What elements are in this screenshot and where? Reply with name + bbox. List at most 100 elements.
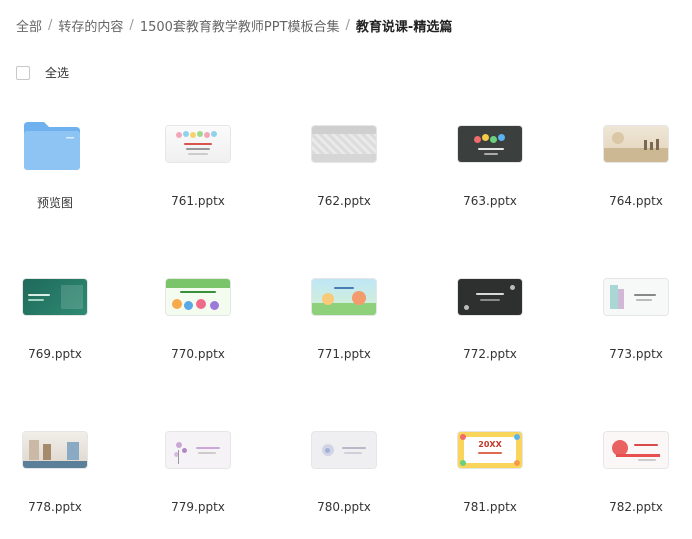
file-item[interactable]: 780.pptx xyxy=(289,414,399,534)
thumbnail-decoration xyxy=(180,291,216,293)
file-name: 预览图 xyxy=(36,196,73,210)
thumbnail-decoration xyxy=(196,299,206,309)
breadcrumb-separator: / xyxy=(129,17,134,33)
thumbnail-decoration xyxy=(29,440,39,460)
file-name: 761.pptx xyxy=(171,194,225,208)
thumbnail-decoration xyxy=(352,291,366,305)
file-item[interactable]: 773.pptx xyxy=(581,261,691,381)
thumbnail-decoration xyxy=(188,153,208,155)
file-thumbnail xyxy=(166,279,230,315)
thumbnail-decoration xyxy=(198,452,216,454)
file-item[interactable]: 769.pptx xyxy=(0,261,110,381)
folder-icon-wrapper xyxy=(22,118,82,172)
file-item[interactable]: 762.pptx xyxy=(289,108,399,228)
thumbnail-decoration xyxy=(480,299,500,301)
file-name: 771.pptx xyxy=(317,347,371,361)
thumbnail-decoration xyxy=(490,136,497,143)
file-item[interactable]: 764.pptx xyxy=(581,108,691,228)
thumbnail-title-text: 20XX xyxy=(478,440,502,449)
file-name: 769.pptx xyxy=(28,347,82,361)
file-name: 780.pptx xyxy=(317,500,371,514)
thumbnail-decoration xyxy=(312,126,376,134)
file-thumbnail xyxy=(166,432,230,468)
breadcrumb-template-collection[interactable]: 1500套教育教学教师PPT模板合集 xyxy=(140,16,340,35)
thumbnail-decoration xyxy=(322,293,334,305)
file-item[interactable]: 771.pptx xyxy=(289,261,399,381)
breadcrumb-saved-content[interactable]: 转存的内容 xyxy=(58,16,123,35)
file-thumbnail xyxy=(604,432,668,468)
select-all[interactable]: 全选 xyxy=(16,64,69,81)
folder-icon xyxy=(24,122,80,170)
file-item[interactable]: 779.pptx xyxy=(143,414,253,534)
thumbnail-decoration xyxy=(210,301,219,310)
thumbnail-decoration xyxy=(43,444,51,460)
file-thumbnail: 20XX xyxy=(458,432,522,468)
thumbnail-decoration xyxy=(183,131,189,137)
thumbnail-decoration xyxy=(204,132,210,138)
file-name: 781.pptx xyxy=(463,500,517,514)
thumbnail-decoration xyxy=(612,132,624,144)
thumbnail-decoration xyxy=(482,134,489,141)
select-all-label: 全选 xyxy=(45,66,70,80)
thumbnail-decoration xyxy=(61,285,83,309)
thumbnail-decoration xyxy=(618,289,624,309)
file-item[interactable]: 20XX 781.pptx xyxy=(435,414,545,534)
thumbnail-decoration xyxy=(196,447,220,449)
file-item[interactable]: 761.pptx xyxy=(143,108,253,228)
thumbnail-decoration xyxy=(638,459,656,461)
thumbnail-decoration xyxy=(172,299,182,309)
file-name: 763.pptx xyxy=(463,194,517,208)
file-thumbnail xyxy=(23,432,87,468)
thumbnail-decoration xyxy=(67,442,79,460)
file-thumbnail xyxy=(23,279,87,315)
file-thumbnail xyxy=(312,432,376,468)
file-item[interactable]: 770.pptx xyxy=(143,261,253,381)
file-thumbnail xyxy=(604,279,668,315)
thumbnail-decoration xyxy=(610,285,618,309)
file-thumbnail xyxy=(458,279,522,315)
breadcrumb-current-folder: 教育说课-精选篇 xyxy=(355,19,453,35)
breadcrumb-separator: / xyxy=(48,17,53,33)
file-thumbnail xyxy=(312,279,376,315)
breadcrumb: 全部 / 转存的内容 / 1500套教育教学教师PPT模板合集 / 教育说课-精… xyxy=(16,14,452,36)
thumbnail-decoration xyxy=(312,303,376,315)
file-name: 773.pptx xyxy=(609,347,663,361)
file-name: 782.pptx xyxy=(609,500,663,514)
file-item[interactable]: 782.pptx xyxy=(581,414,691,534)
thumbnail-decoration xyxy=(211,131,217,137)
thumbnail-decoration xyxy=(484,153,498,155)
thumbnail-decoration xyxy=(476,293,504,295)
thumbnail-decoration xyxy=(478,452,502,454)
file-item[interactable]: 763.pptx xyxy=(435,108,545,228)
thumbnail-decoration xyxy=(656,139,659,150)
file-name: 764.pptx xyxy=(609,194,663,208)
file-item[interactable]: 772.pptx xyxy=(435,261,545,381)
thumbnail-decoration xyxy=(616,454,660,457)
thumbnail-decoration xyxy=(636,299,652,301)
thumbnail-decoration xyxy=(342,447,366,449)
file-item[interactable]: 778.pptx xyxy=(0,414,110,534)
thumbnail-decoration xyxy=(460,460,466,466)
file-name: 770.pptx xyxy=(171,347,225,361)
select-all-checkbox[interactable] xyxy=(16,65,30,80)
thumbnail-decoration xyxy=(514,460,520,466)
thumbnail-decoration xyxy=(464,305,469,310)
file-thumbnail xyxy=(312,126,376,162)
breadcrumb-all[interactable]: 全部 xyxy=(16,16,42,35)
thumbnail-decoration xyxy=(634,294,656,296)
file-thumbnail xyxy=(166,126,230,162)
thumbnail-decoration xyxy=(178,450,179,464)
thumbnail-decoration xyxy=(474,136,481,143)
file-name: 778.pptx xyxy=(28,500,82,514)
thumbnail-decoration xyxy=(197,131,203,137)
thumbnail-decoration xyxy=(334,287,354,289)
file-name: 762.pptx xyxy=(317,194,371,208)
folder-item[interactable]: 预览图 xyxy=(0,108,110,228)
thumbnail-decoration xyxy=(28,294,50,296)
thumbnail-decoration xyxy=(312,154,376,162)
thumbnail-decoration xyxy=(176,442,182,448)
breadcrumb-separator: / xyxy=(345,17,350,33)
file-name: 779.pptx xyxy=(171,500,225,514)
thumbnail-decoration xyxy=(634,444,658,446)
thumbnail-decoration xyxy=(644,140,647,150)
